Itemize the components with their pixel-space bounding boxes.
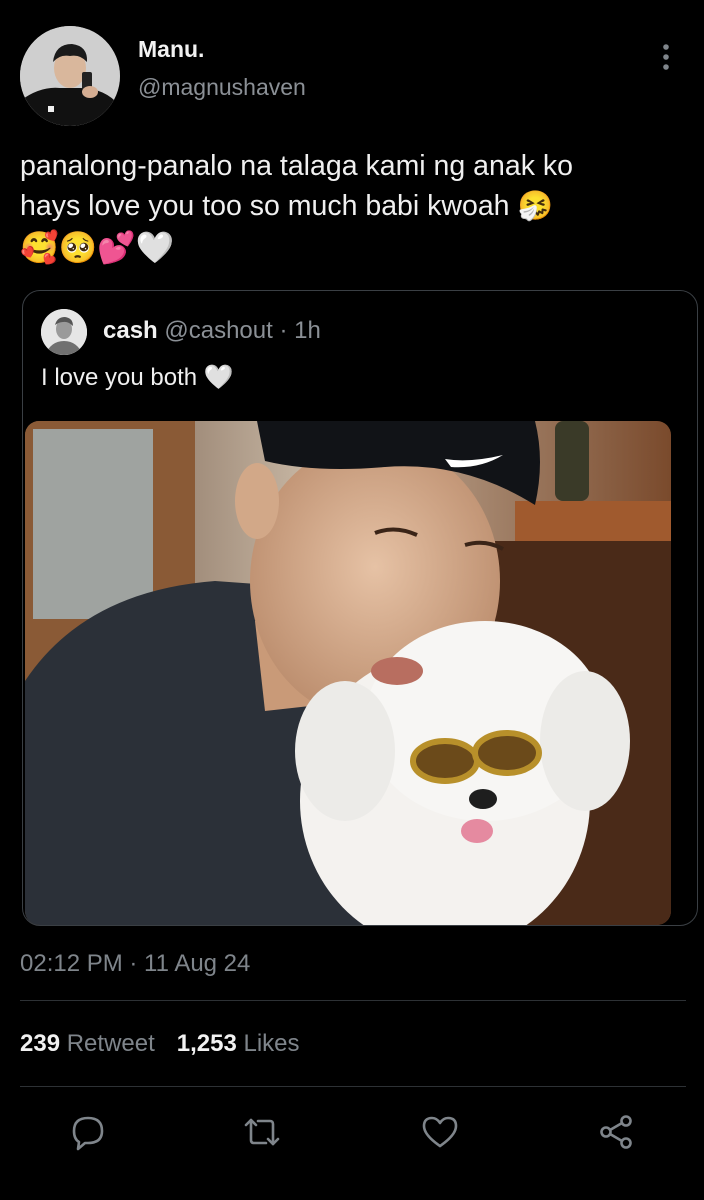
retweet-icon[interactable] xyxy=(242,1112,282,1152)
author-handle[interactable]: @magnushaven xyxy=(138,74,306,101)
tweet-text: panalong-panalo na talaga kami ng anak k… xyxy=(20,150,573,222)
likes-count[interactable]: 1,253 xyxy=(177,1030,237,1057)
share-icon[interactable] xyxy=(596,1112,636,1152)
heart-icon[interactable] xyxy=(420,1112,460,1152)
divider-top xyxy=(20,1000,686,1001)
tweet-stats: 239 Retweet 1,253 Likes xyxy=(20,1030,300,1058)
retweet-count[interactable]: 239 xyxy=(20,1030,60,1057)
tweet-emojis: 🥰🥺💕🤍 xyxy=(20,230,175,266)
tweet-timestamp[interactable]: 02:12 PM · 11 Aug 24 xyxy=(20,950,250,978)
quoted-author-avatar[interactable] xyxy=(41,309,87,355)
quoted-author-name[interactable]: cash xyxy=(103,317,158,344)
quoted-tweet-card[interactable]: cash @cashout · 1h I love you both 🤍 xyxy=(22,290,698,926)
reply-icon[interactable] xyxy=(68,1112,108,1152)
photo-man-with-dog xyxy=(25,421,671,925)
likes-label[interactable]: Likes xyxy=(244,1030,300,1057)
quoted-avatar-image xyxy=(41,309,87,355)
author-avatar[interactable] xyxy=(20,26,120,126)
quoted-tweet-photo[interactable] xyxy=(25,421,671,925)
author-avatar-image xyxy=(20,26,120,126)
action-bar xyxy=(0,1112,704,1156)
quoted-tweet-text: I love you both 🤍 xyxy=(41,364,234,391)
quoted-tweet-meta: cash @cashout · 1h xyxy=(103,317,321,345)
divider-bottom xyxy=(20,1086,686,1087)
author-name[interactable]: Manu. xyxy=(138,36,204,63)
retweet-label[interactable]: Retweet xyxy=(67,1030,155,1057)
quoted-author-handle[interactable]: @cashout xyxy=(164,317,272,344)
tweet-header: Manu. @magnushaven xyxy=(20,26,684,130)
more-vertical-icon[interactable] xyxy=(658,42,674,72)
quoted-tweet-time: · 1h xyxy=(279,317,321,344)
